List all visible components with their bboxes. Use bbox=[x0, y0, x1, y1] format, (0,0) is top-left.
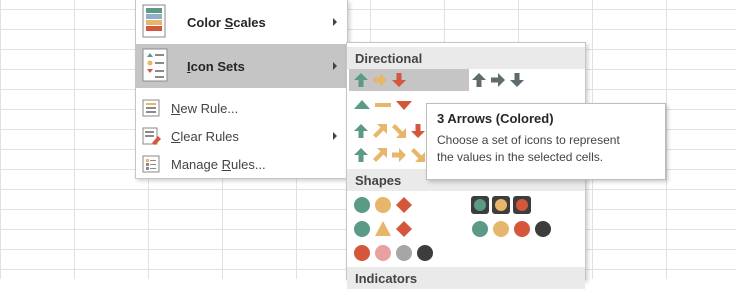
color-scales-icon bbox=[142, 4, 166, 38]
menu-label-manage-rules: Manage Rules... bbox=[171, 156, 266, 172]
diamond-red-icon bbox=[396, 221, 412, 237]
menu-label-clear-rules: Clear Rules bbox=[171, 128, 239, 144]
menu-item-new-rule[interactable]: New Rule... bbox=[136, 94, 347, 122]
menu-label-color-scales: Color Scales bbox=[187, 14, 266, 30]
iconset-4-traffic-lights[interactable] bbox=[469, 218, 583, 240]
iconset-3-arrows-gray[interactable] bbox=[469, 69, 583, 91]
menu-label-new-rule: New Rule... bbox=[171, 100, 239, 116]
circle-pink-icon bbox=[375, 245, 391, 261]
triangle-yellow-icon bbox=[375, 221, 391, 236]
circle-black-icon bbox=[417, 245, 433, 261]
new-rule-icon bbox=[142, 99, 160, 117]
arrow-up-green-icon bbox=[354, 124, 368, 138]
submenu-chevron-icon bbox=[333, 132, 337, 140]
circle-yellow-icon bbox=[493, 221, 509, 237]
circle-green-icon bbox=[354, 221, 370, 237]
dash-yellow-icon bbox=[375, 103, 391, 107]
iconset-3-signs[interactable] bbox=[349, 218, 469, 240]
rimmed-yellow-icon bbox=[492, 196, 510, 214]
arrow-down-right-yellow-icon bbox=[392, 124, 406, 138]
menu-item-color-scales[interactable]: Color Scales bbox=[136, 0, 347, 44]
circle-yellow-icon bbox=[375, 197, 391, 213]
icon-sets-icon bbox=[142, 48, 168, 82]
iconset-3-traffic-lights[interactable] bbox=[349, 194, 469, 216]
tooltip-description-line-2: the values in the selected cells. bbox=[437, 150, 604, 164]
arrow-down-red-icon bbox=[392, 73, 406, 87]
icon-set-tooltip: 3 Arrows (Colored) Choose a set of icons… bbox=[426, 103, 666, 180]
menu-label-icon-sets: Icon Sets bbox=[187, 58, 245, 74]
submenu-chevron-icon bbox=[333, 18, 337, 26]
circle-gray-icon bbox=[396, 245, 412, 261]
circle-green-icon bbox=[472, 221, 488, 237]
iconset-3-traffic-lights-rimmed[interactable] bbox=[469, 194, 583, 216]
triangle-up-green-icon bbox=[354, 100, 370, 109]
clear-rules-icon bbox=[142, 127, 162, 145]
circle-black-icon bbox=[535, 221, 551, 237]
menu-item-manage-rules[interactable]: Manage Rules... bbox=[136, 150, 347, 178]
arrow-up-green-icon bbox=[354, 73, 368, 87]
menu-item-clear-rules[interactable]: Clear Rules bbox=[136, 122, 347, 150]
arrow-right-yellow-icon bbox=[373, 73, 387, 87]
tooltip-description-line-1: Choose a set of icons to represent bbox=[437, 133, 620, 147]
circle-red-icon bbox=[354, 245, 370, 261]
tooltip-title: 3 Arrows (Colored) bbox=[437, 111, 554, 126]
conditional-formatting-menu: Color Scales Icon Sets New Rule... Clear… bbox=[135, 0, 348, 179]
manage-rules-icon bbox=[142, 155, 160, 173]
arrow-right-yellow-icon bbox=[392, 148, 406, 162]
submenu-chevron-icon bbox=[333, 62, 337, 70]
circle-green-icon bbox=[354, 197, 370, 213]
section-header-indicators: Indicators bbox=[347, 267, 585, 289]
arrow-down-red-icon bbox=[411, 124, 425, 138]
menu-item-icon-sets[interactable]: Icon Sets bbox=[136, 44, 347, 88]
rimmed-red-icon bbox=[513, 196, 531, 214]
diamond-red-icon bbox=[396, 197, 412, 213]
arrow-down-gray-icon bbox=[510, 73, 524, 87]
arrow-up-right-yellow-icon bbox=[373, 148, 387, 162]
arrow-up-gray-icon bbox=[472, 73, 486, 87]
arrow-down-right-yellow-icon bbox=[411, 148, 425, 162]
arrow-right-gray-icon bbox=[491, 73, 505, 87]
circle-red-icon bbox=[514, 221, 530, 237]
arrow-up-green-icon bbox=[354, 148, 368, 162]
triangle-down-red-icon bbox=[396, 101, 412, 110]
iconset-red-to-black[interactable] bbox=[349, 242, 469, 264]
iconset-3-arrows-colored[interactable] bbox=[349, 69, 469, 91]
rimmed-green-icon bbox=[471, 196, 489, 214]
section-header-directional: Directional bbox=[347, 47, 585, 69]
arrow-up-right-yellow-icon bbox=[373, 124, 387, 138]
